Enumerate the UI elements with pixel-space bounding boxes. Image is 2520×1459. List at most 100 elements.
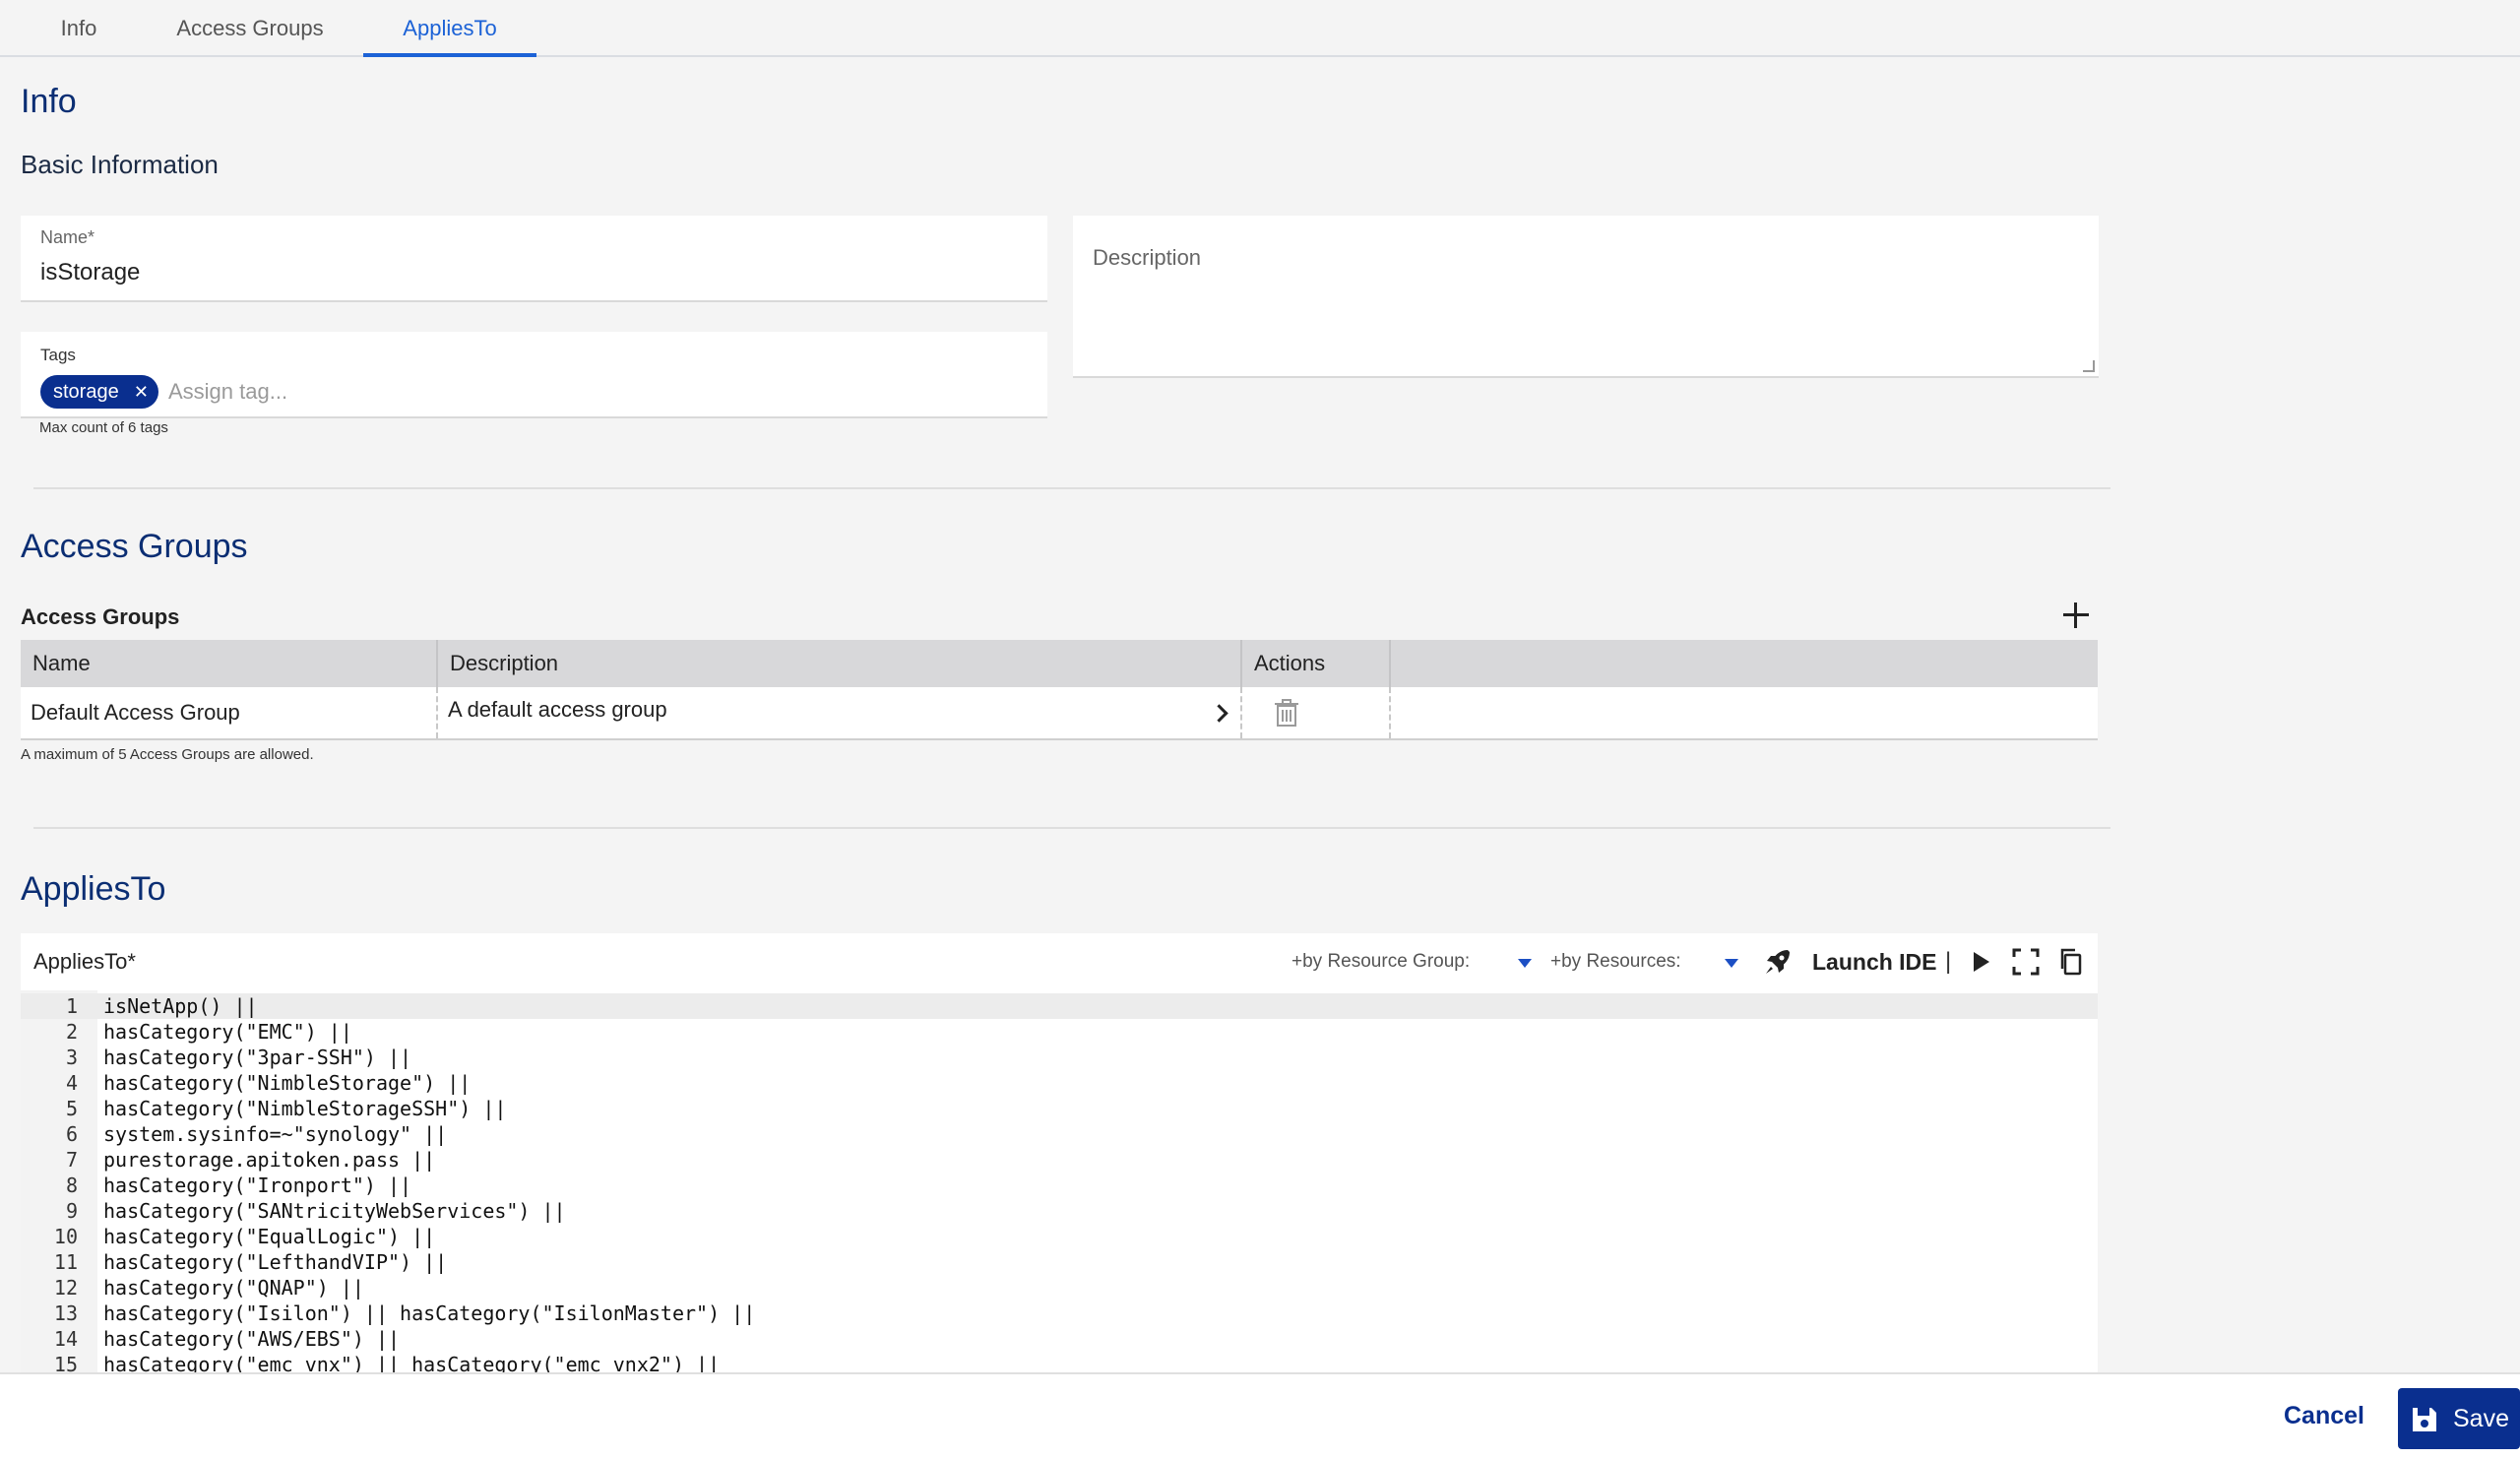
by-resource-group-dropdown[interactable]: +by Resource Group:: [1292, 933, 1470, 990]
tab-access-groups[interactable]: Access Groups: [158, 0, 343, 57]
line-number: 15: [53, 1353, 78, 1372]
code-line[interactable]: 11 hasCategory("LefthandVIP") ||: [21, 1249, 2098, 1275]
info-section-title: Info: [21, 83, 77, 120]
save-button[interactable]: Save: [2398, 1388, 2520, 1449]
tag-chip-storage: storage ✕: [40, 375, 158, 409]
line-number: 12: [53, 1276, 78, 1300]
footer-bar: Cancel Save: [0, 1372, 2520, 1459]
tab-applies-to[interactable]: AppliesTo: [363, 0, 536, 57]
line-number: 9: [65, 1199, 78, 1223]
description-field-label: Description: [1093, 245, 1202, 270]
copy-icon[interactable]: [2055, 946, 2087, 978]
line-number: 11: [53, 1250, 78, 1274]
column-header-description: Description: [450, 651, 559, 675]
code-line-text: hasCategory("LefthandVIP") ||: [103, 1250, 448, 1274]
section-divider: [33, 487, 2110, 489]
code-line[interactable]: 7 purestorage.apitoken.pass ||: [21, 1147, 2098, 1173]
rocket-icon[interactable]: [1762, 946, 1794, 978]
code-line-text: hasCategory("Ironport") ||: [103, 1174, 412, 1197]
access-groups-section-title: Access Groups: [21, 528, 248, 565]
code-line[interactable]: 8 hasCategory("Ironport") ||: [21, 1173, 2098, 1198]
code-line[interactable]: 12 hasCategory("QNAP") ||: [21, 1275, 2098, 1300]
code-line-text: hasCategory("Isilon") || hasCategory("Is…: [103, 1301, 756, 1325]
chevron-right-icon[interactable]: [1209, 701, 1234, 727]
play-icon[interactable]: [1965, 946, 1996, 978]
access-groups-table-header: Name Description Actions: [21, 640, 2098, 687]
code-line[interactable]: 10 hasCategory("EqualLogic") ||: [21, 1224, 2098, 1249]
code-line-text: hasCategory("NimbleStorage") ||: [103, 1071, 472, 1095]
access-group-description: A default access group: [448, 697, 667, 722]
add-access-group-button[interactable]: [2059, 599, 2093, 632]
line-number: 1: [65, 994, 78, 1018]
code-line-text: purestorage.apitoken.pass ||: [103, 1148, 436, 1172]
code-line-text: hasCategory("SANtricityWebServices") ||: [103, 1199, 566, 1223]
code-line[interactable]: 9 hasCategory("SANtricityWebServices") ||: [21, 1198, 2098, 1224]
code-line-text: hasCategory("NimbleStorageSSH") ||: [103, 1097, 507, 1120]
column-separator: [1389, 687, 1391, 738]
tab-bar: Info Access Groups AppliesTo: [0, 0, 2520, 57]
resize-handle-icon[interactable]: [2083, 360, 2095, 372]
access-groups-hint: A maximum of 5 Access Groups are allowed…: [21, 746, 314, 763]
code-line-text: system.sysinfo=~"synology" ||: [103, 1122, 448, 1146]
line-number: 2: [65, 1020, 78, 1044]
line-number: 4: [65, 1071, 78, 1095]
tags-field-label: Tags: [40, 346, 76, 364]
code-line-text: hasCategory("EqualLogic") ||: [103, 1225, 436, 1248]
applies-to-section-title: AppliesTo: [21, 870, 166, 908]
cancel-button[interactable]: Cancel: [2284, 1402, 2364, 1430]
chevron-down-icon[interactable]: [1518, 959, 1532, 968]
applies-to-label: AppliesTo*: [33, 949, 136, 974]
code-line-text: hasCategory("QNAP") ||: [103, 1276, 364, 1300]
code-line-text: isNetApp() ||: [103, 994, 258, 1018]
code-line[interactable]: 4 hasCategory("NimbleStorage") ||: [21, 1070, 2098, 1096]
table-row: Default Access Group A default access gr…: [21, 687, 2098, 740]
column-header-actions: Actions: [1254, 651, 1326, 675]
code-line[interactable]: 14 hasCategory("AWS/EBS") ||: [21, 1326, 2098, 1352]
trash-icon[interactable]: [1271, 697, 1302, 729]
name-field-label: Name*: [40, 227, 95, 247]
tab-info[interactable]: Info: [39, 0, 118, 57]
chevron-down-icon[interactable]: [1725, 959, 1738, 968]
code-line-text: hasCategory("EMC") ||: [103, 1020, 352, 1044]
code-line-text: hasCategory("AWS/EBS") ||: [103, 1327, 401, 1351]
tag-chip-label: storage: [53, 381, 119, 403]
by-resources-dropdown[interactable]: +by Resources:: [1550, 933, 1681, 990]
line-number: 3: [65, 1046, 78, 1069]
toolbar-separator: |: [1945, 948, 1952, 975]
applies-to-toolbar: AppliesTo* +by Resource Group: +by Resou…: [21, 933, 2098, 990]
remove-tag-icon[interactable]: ✕: [134, 375, 149, 409]
line-number: 10: [53, 1225, 78, 1248]
code-line[interactable]: 15 hasCategory("emc_vnx") || hasCategory(…: [21, 1352, 2098, 1372]
code-line[interactable]: 5 hasCategory("NimbleStorageSSH") ||: [21, 1096, 2098, 1121]
code-line[interactable]: 13 hasCategory("Isilon") || hasCategory("…: [21, 1300, 2098, 1326]
launch-ide-button[interactable]: Launch IDE: [1812, 933, 1937, 990]
section-divider: [33, 827, 2110, 829]
code-line[interactable]: 3 hasCategory("3par-SSH") ||: [21, 1045, 2098, 1070]
floppy-disk-icon: [2413, 1408, 2436, 1431]
code-line[interactable]: 6 system.sysinfo=~"synology" ||: [21, 1121, 2098, 1147]
column-header-name: Name: [32, 651, 91, 675]
save-button-label: Save: [2453, 1405, 2509, 1432]
basic-information-heading: Basic Information: [21, 150, 219, 179]
code-line-text: hasCategory("3par-SSH") ||: [103, 1046, 412, 1069]
line-number: 13: [53, 1301, 78, 1325]
line-number: 8: [65, 1174, 78, 1197]
code-line[interactable]: 2 hasCategory("EMC") ||: [21, 1019, 2098, 1045]
line-number: 14: [53, 1327, 78, 1351]
fullscreen-icon[interactable]: [2010, 946, 2042, 978]
column-separator: [1240, 687, 1242, 738]
access-group-name: Default Access Group: [31, 700, 240, 725]
code-line-text: hasCategory("emc_vnx") || hasCategory("e…: [103, 1353, 721, 1372]
assign-tag-input[interactable]: [168, 375, 661, 409]
name-field[interactable]: Name* isStorage: [21, 216, 1047, 302]
tags-field: Tags storage ✕: [21, 332, 1047, 418]
name-field-value: isStorage: [40, 259, 141, 285]
tags-hint: Max count of 6 tags: [39, 419, 168, 436]
line-number: 7: [65, 1148, 78, 1172]
column-separator: [1389, 640, 1391, 687]
code-line[interactable]: 1 isNetApp() ||: [21, 993, 2098, 1019]
applies-to-code-editor[interactable]: 1 isNetApp() || 2 hasCategory("EMC") || 3 has…: [21, 990, 2098, 1372]
description-field[interactable]: Description: [1073, 216, 2099, 378]
line-number: 5: [65, 1097, 78, 1120]
access-groups-table-title: Access Groups: [21, 604, 180, 629]
